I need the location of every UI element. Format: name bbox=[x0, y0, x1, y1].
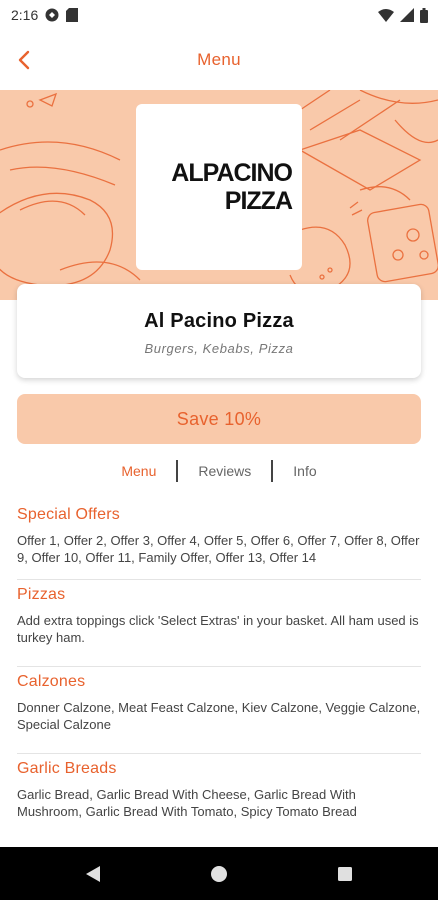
signal-icon bbox=[400, 8, 414, 22]
hero-banner: ALPACINO PIZZA bbox=[0, 90, 438, 300]
category-title: Special Offers bbox=[17, 506, 120, 523]
page-title: Menu bbox=[197, 50, 241, 69]
tab-menu[interactable]: Menu bbox=[101, 463, 176, 479]
recents-square-icon bbox=[337, 866, 353, 882]
save-offer-label: Save 10% bbox=[176, 408, 262, 429]
category-description: Donner Calzone, Meat Feast Calzone, Kiev… bbox=[17, 700, 421, 732]
back-triangle-icon bbox=[85, 865, 101, 883]
system-nav-bar bbox=[0, 847, 438, 900]
save-offer-button[interactable]: Save 10% bbox=[17, 394, 421, 444]
nav-back-button[interactable] bbox=[73, 854, 113, 894]
logo-line-1: ALPACINO bbox=[171, 159, 293, 187]
menu-category-special-offers[interactable]: Special Offers Offer 1, Offer 2, Offer 3… bbox=[17, 500, 421, 580]
tab-reviews[interactable]: Reviews bbox=[178, 463, 271, 479]
category-description: Add extra toppings click 'Select Extras'… bbox=[17, 613, 419, 645]
category-description: Offer 1, Offer 2, Offer 3, Offer 4, Offe… bbox=[17, 533, 420, 565]
menu-category-calzones[interactable]: Calzones Donner Calzone, Meat Feast Calz… bbox=[17, 667, 421, 754]
circle-badge-icon bbox=[45, 8, 59, 22]
logo-line-2: PIZZA bbox=[224, 187, 293, 215]
restaurant-cuisines: Burgers, Kebabs, Pizza bbox=[144, 341, 294, 356]
restaurant-logo: ALPACINO PIZZA bbox=[136, 104, 302, 270]
nav-recents-button[interactable] bbox=[325, 854, 365, 894]
nav-home-button[interactable] bbox=[199, 854, 239, 894]
chevron-left-icon bbox=[16, 50, 32, 70]
back-button[interactable] bbox=[10, 46, 38, 74]
status-bar: 2:16 bbox=[0, 0, 438, 30]
status-time: 2:16 bbox=[11, 7, 39, 23]
category-description: Garlic Bread, Garlic Bread With Cheese, … bbox=[17, 787, 357, 819]
app-bar: Menu bbox=[0, 30, 438, 90]
restaurant-name: Al Pacino Pizza bbox=[144, 310, 294, 332]
battery-icon bbox=[420, 7, 428, 23]
sim-card-icon bbox=[66, 8, 79, 22]
category-title: Pizzas bbox=[17, 586, 66, 603]
restaurant-info-card: Al Pacino Pizza Burgers, Kebabs, Pizza bbox=[17, 284, 421, 378]
wifi-icon bbox=[378, 8, 394, 22]
home-circle-icon bbox=[210, 865, 228, 883]
tab-bar: Menu Reviews Info bbox=[0, 459, 438, 483]
menu-category-garlic-breads[interactable]: Garlic Breads Garlic Bread, Garlic Bread… bbox=[17, 754, 421, 841]
menu-category-pizzas[interactable]: Pizzas Add extra toppings click 'Select … bbox=[17, 580, 421, 667]
tab-info[interactable]: Info bbox=[273, 463, 336, 479]
menu-category-list: Special Offers Offer 1, Offer 2, Offer 3… bbox=[17, 500, 421, 841]
category-title: Calzones bbox=[17, 673, 86, 690]
category-title: Garlic Breads bbox=[17, 760, 117, 777]
